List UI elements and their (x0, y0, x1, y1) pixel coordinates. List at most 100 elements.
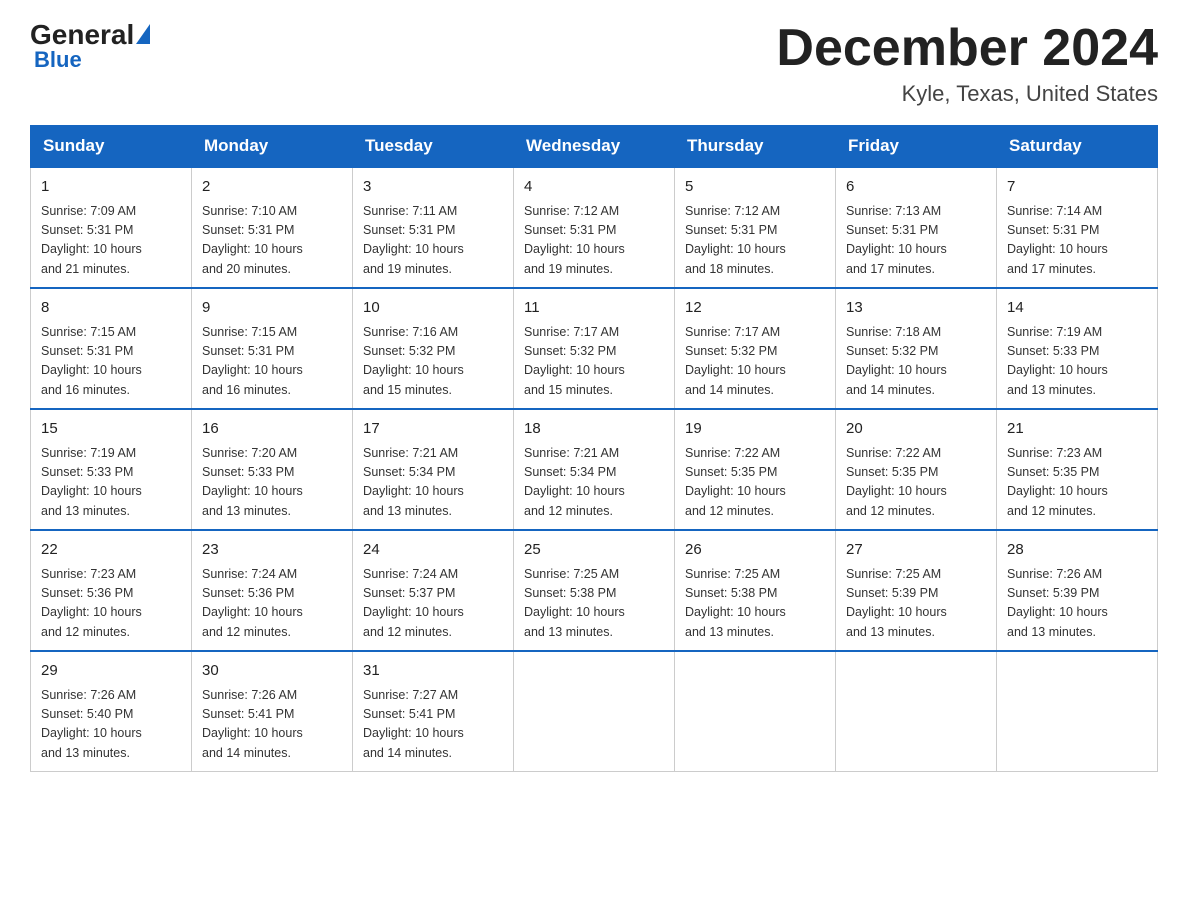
day-number: 3 (363, 176, 503, 199)
day-number: 20 (846, 418, 986, 441)
day-info: Sunrise: 7:10 AMSunset: 5:31 PMDaylight:… (202, 202, 342, 280)
day-number: 2 (202, 176, 342, 199)
day-number: 23 (202, 539, 342, 562)
day-number: 17 (363, 418, 503, 441)
title-area: December 2024 Kyle, Texas, United States (776, 20, 1158, 107)
calendar-cell: 15 Sunrise: 7:19 AMSunset: 5:33 PMDayligh… (31, 409, 192, 530)
day-info: Sunrise: 7:09 AMSunset: 5:31 PMDaylight:… (41, 202, 181, 280)
col-header-tuesday: Tuesday (353, 126, 514, 168)
day-number: 4 (524, 176, 664, 199)
calendar-cell: 5 Sunrise: 7:12 AMSunset: 5:31 PMDaylight… (675, 167, 836, 288)
day-info: Sunrise: 7:17 AMSunset: 5:32 PMDaylight:… (685, 323, 825, 401)
calendar-cell (514, 651, 675, 772)
day-info: Sunrise: 7:11 AMSunset: 5:31 PMDaylight:… (363, 202, 503, 280)
logo-area: General Blue (30, 20, 150, 73)
day-info: Sunrise: 7:13 AMSunset: 5:31 PMDaylight:… (846, 202, 986, 280)
calendar-cell: 9 Sunrise: 7:15 AMSunset: 5:31 PMDaylight… (192, 288, 353, 409)
col-header-monday: Monday (192, 126, 353, 168)
day-number: 29 (41, 660, 181, 683)
calendar: SundayMondayTuesdayWednesdayThursdayFrid… (30, 125, 1158, 772)
calendar-cell: 28 Sunrise: 7:26 AMSunset: 5:39 PMDayligh… (997, 530, 1158, 651)
calendar-cell: 2 Sunrise: 7:10 AMSunset: 5:31 PMDaylight… (192, 167, 353, 288)
day-number: 21 (1007, 418, 1147, 441)
calendar-week-row: 22 Sunrise: 7:23 AMSunset: 5:36 PMDayligh… (31, 530, 1158, 651)
day-number: 16 (202, 418, 342, 441)
logo-blue-text: Blue (30, 47, 82, 73)
calendar-week-row: 1 Sunrise: 7:09 AMSunset: 5:31 PMDaylight… (31, 167, 1158, 288)
col-header-friday: Friday (836, 126, 997, 168)
day-info: Sunrise: 7:21 AMSunset: 5:34 PMDaylight:… (524, 444, 664, 522)
day-number: 19 (685, 418, 825, 441)
calendar-cell: 10 Sunrise: 7:16 AMSunset: 5:32 PMDayligh… (353, 288, 514, 409)
day-info: Sunrise: 7:25 AMSunset: 5:39 PMDaylight:… (846, 565, 986, 643)
day-number: 10 (363, 297, 503, 320)
day-info: Sunrise: 7:21 AMSunset: 5:34 PMDaylight:… (363, 444, 503, 522)
day-info: Sunrise: 7:22 AMSunset: 5:35 PMDaylight:… (685, 444, 825, 522)
day-info: Sunrise: 7:19 AMSunset: 5:33 PMDaylight:… (41, 444, 181, 522)
month-title: December 2024 (776, 20, 1158, 77)
day-info: Sunrise: 7:12 AMSunset: 5:31 PMDaylight:… (524, 202, 664, 280)
calendar-cell: 27Sunrise: 7:25 AMSunset: 5:39 PMDayligh… (836, 530, 997, 651)
calendar-cell: 23 Sunrise: 7:24 AMSunset: 5:36 PMDayligh… (192, 530, 353, 651)
calendar-cell: 22 Sunrise: 7:23 AMSunset: 5:36 PMDayligh… (31, 530, 192, 651)
calendar-cell: 26 Sunrise: 7:25 AMSunset: 5:38 PMDayligh… (675, 530, 836, 651)
day-info: Sunrise: 7:15 AMSunset: 5:31 PMDaylight:… (202, 323, 342, 401)
day-number: 30 (202, 660, 342, 683)
col-header-saturday: Saturday (997, 126, 1158, 168)
day-number: 28 (1007, 539, 1147, 562)
calendar-header-row: SundayMondayTuesdayWednesdayThursdayFrid… (31, 126, 1158, 168)
day-number: 1 (41, 176, 181, 199)
day-number: 26 (685, 539, 825, 562)
calendar-cell (836, 651, 997, 772)
day-number: 12 (685, 297, 825, 320)
calendar-cell: 20Sunrise: 7:22 AMSunset: 5:35 PMDayligh… (836, 409, 997, 530)
day-info: Sunrise: 7:27 AMSunset: 5:41 PMDaylight:… (363, 686, 503, 764)
calendar-cell: 11Sunrise: 7:17 AMSunset: 5:32 PMDayligh… (514, 288, 675, 409)
calendar-cell: 14 Sunrise: 7:19 AMSunset: 5:33 PMDayligh… (997, 288, 1158, 409)
day-info: Sunrise: 7:20 AMSunset: 5:33 PMDaylight:… (202, 444, 342, 522)
day-number: 24 (363, 539, 503, 562)
day-info: Sunrise: 7:26 AMSunset: 5:39 PMDaylight:… (1007, 565, 1147, 643)
day-number: 5 (685, 176, 825, 199)
day-number: 15 (41, 418, 181, 441)
day-number: 8 (41, 297, 181, 320)
day-info: Sunrise: 7:24 AMSunset: 5:36 PMDaylight:… (202, 565, 342, 643)
day-info: Sunrise: 7:25 AMSunset: 5:38 PMDaylight:… (685, 565, 825, 643)
calendar-cell: 3 Sunrise: 7:11 AMSunset: 5:31 PMDaylight… (353, 167, 514, 288)
day-number: 18 (524, 418, 664, 441)
calendar-cell: 29 Sunrise: 7:26 AMSunset: 5:40 PMDayligh… (31, 651, 192, 772)
calendar-week-row: 8 Sunrise: 7:15 AMSunset: 5:31 PMDaylight… (31, 288, 1158, 409)
calendar-cell: 30Sunrise: 7:26 AMSunset: 5:41 PMDayligh… (192, 651, 353, 772)
day-number: 7 (1007, 176, 1147, 199)
calendar-cell: 12 Sunrise: 7:17 AMSunset: 5:32 PMDayligh… (675, 288, 836, 409)
day-number: 22 (41, 539, 181, 562)
calendar-cell (997, 651, 1158, 772)
day-number: 13 (846, 297, 986, 320)
day-info: Sunrise: 7:12 AMSunset: 5:31 PMDaylight:… (685, 202, 825, 280)
col-header-thursday: Thursday (675, 126, 836, 168)
day-number: 14 (1007, 297, 1147, 320)
col-header-wednesday: Wednesday (514, 126, 675, 168)
calendar-cell: 19 Sunrise: 7:22 AMSunset: 5:35 PMDayligh… (675, 409, 836, 530)
logo-triangle-icon (136, 24, 150, 44)
day-info: Sunrise: 7:23 AMSunset: 5:35 PMDaylight:… (1007, 444, 1147, 522)
day-number: 11 (524, 297, 664, 320)
day-info: Sunrise: 7:26 AMSunset: 5:40 PMDaylight:… (41, 686, 181, 764)
calendar-cell: 1 Sunrise: 7:09 AMSunset: 5:31 PMDaylight… (31, 167, 192, 288)
calendar-cell: 6 Sunrise: 7:13 AMSunset: 5:31 PMDaylight… (836, 167, 997, 288)
day-info: Sunrise: 7:14 AMSunset: 5:31 PMDaylight:… (1007, 202, 1147, 280)
day-info: Sunrise: 7:23 AMSunset: 5:36 PMDaylight:… (41, 565, 181, 643)
day-number: 6 (846, 176, 986, 199)
day-info: Sunrise: 7:15 AMSunset: 5:31 PMDaylight:… (41, 323, 181, 401)
day-number: 9 (202, 297, 342, 320)
calendar-week-row: 15 Sunrise: 7:19 AMSunset: 5:33 PMDayligh… (31, 409, 1158, 530)
calendar-cell: 16 Sunrise: 7:20 AMSunset: 5:33 PMDayligh… (192, 409, 353, 530)
calendar-cell: 8 Sunrise: 7:15 AMSunset: 5:31 PMDaylight… (31, 288, 192, 409)
day-info: Sunrise: 7:24 AMSunset: 5:37 PMDaylight:… (363, 565, 503, 643)
day-info: Sunrise: 7:16 AMSunset: 5:32 PMDaylight:… (363, 323, 503, 401)
day-info: Sunrise: 7:19 AMSunset: 5:33 PMDaylight:… (1007, 323, 1147, 401)
calendar-cell: 31Sunrise: 7:27 AMSunset: 5:41 PMDayligh… (353, 651, 514, 772)
calendar-cell: 7 Sunrise: 7:14 AMSunset: 5:31 PMDaylight… (997, 167, 1158, 288)
header: General Blue December 2024 Kyle, Texas, … (30, 20, 1158, 107)
calendar-cell (675, 651, 836, 772)
